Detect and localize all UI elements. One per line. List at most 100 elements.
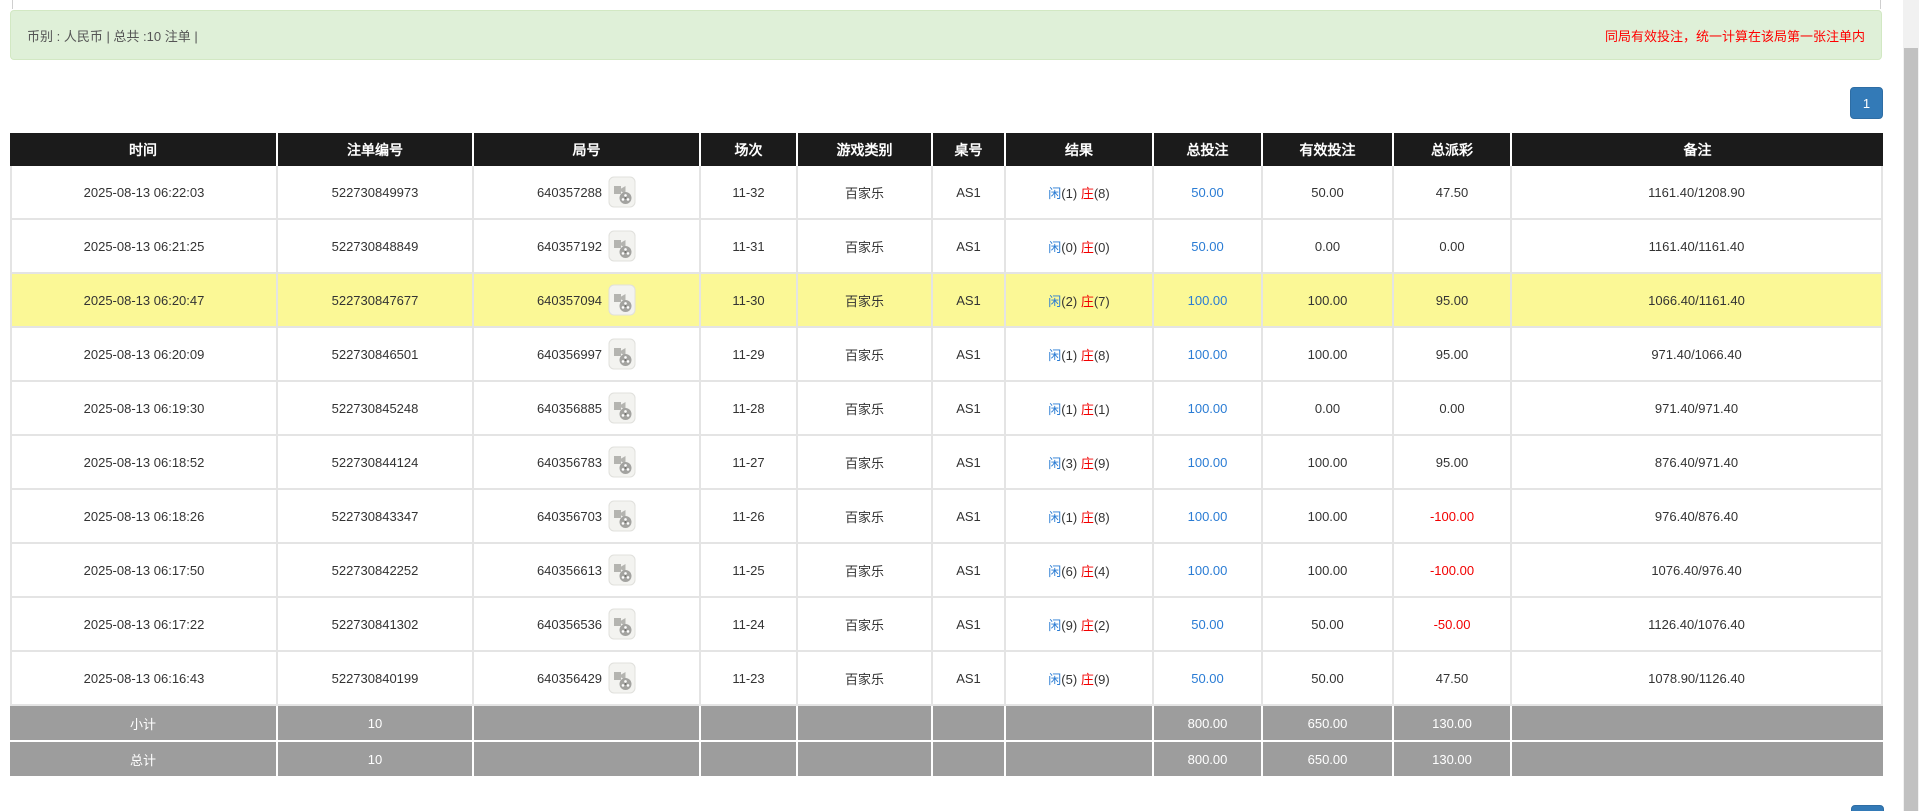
cell-round: 640357288 (474, 166, 701, 220)
cell-bet-no: 522730847677 (278, 274, 474, 328)
result-player-label: 闲 (1048, 671, 1062, 687)
cell-total-bet: 100.00 (1154, 274, 1263, 328)
cell-table-no: AS1 (933, 220, 1006, 274)
video-replay-icon[interactable] (608, 554, 636, 586)
result-player-count: (0) (1061, 239, 1078, 255)
cell-session: 11-23 (701, 652, 798, 706)
cell-game-type: 百家乐 (798, 436, 933, 490)
subtotal-valid-bet: 650.00 (1263, 706, 1394, 742)
total-bet-link[interactable]: 50.00 (1191, 185, 1224, 200)
cell-game-type: 百家乐 (798, 598, 933, 652)
result-banker-label: 庄 (1080, 617, 1094, 633)
pagination-bottom-page-1-button[interactable]: 1 (1851, 805, 1884, 811)
cell-valid-bet: 50.00 (1263, 166, 1394, 220)
grandtotal-label: 总计 (10, 742, 278, 778)
cell-remark: 1126.40/1076.40 (1512, 598, 1883, 652)
result-banker-label: 庄 (1080, 293, 1094, 309)
video-replay-icon[interactable] (608, 446, 636, 478)
result-player-label: 闲 (1048, 401, 1062, 417)
subtotal-count: 10 (278, 706, 474, 742)
cell-bet-no: 522730845248 (278, 382, 474, 436)
vertical-scrollbar[interactable] (1903, 0, 1919, 811)
result-player-label: 闲 (1048, 347, 1062, 363)
cell-total-bet: 100.00 (1154, 490, 1263, 544)
cell-game-type: 百家乐 (798, 274, 933, 328)
cell-time: 2025-08-13 06:20:47 (10, 274, 278, 328)
cell-total-bet: 100.00 (1154, 328, 1263, 382)
cell-time: 2025-08-13 06:19:30 (10, 382, 278, 436)
video-replay-icon[interactable] (608, 392, 636, 424)
cell-remark: 1161.40/1208.90 (1512, 166, 1883, 220)
result-player-count: (2) (1061, 293, 1078, 309)
cell-table-no: AS1 (933, 166, 1006, 220)
cell-round: 640356429 (474, 652, 701, 706)
result-banker-label: 庄 (1080, 455, 1094, 471)
round-number: 640356613 (536, 562, 603, 578)
result-player-label: 闲 (1048, 563, 1062, 579)
video-replay-icon[interactable] (608, 284, 636, 316)
cell-result: 闲(1) 庄(8) (1006, 328, 1154, 382)
cell-time: 2025-08-13 06:18:52 (10, 436, 278, 490)
cell-valid-bet: 100.00 (1263, 544, 1394, 598)
total-bet-link[interactable]: 50.00 (1191, 239, 1224, 254)
total-bet-link[interactable]: 100.00 (1188, 347, 1228, 362)
table-row: 2025-08-13 06:21:25 522730848849 6403571… (10, 220, 1883, 274)
cell-payout: 47.50 (1394, 652, 1512, 706)
subtotal-empty-remark (1512, 706, 1883, 742)
cell-table-no: AS1 (933, 328, 1006, 382)
cell-total-bet: 50.00 (1154, 598, 1263, 652)
cell-bet-no: 522730842252 (278, 544, 474, 598)
result-banker-count: (8) (1093, 509, 1110, 525)
video-replay-icon[interactable] (608, 662, 636, 694)
total-bet-link[interactable]: 50.00 (1191, 617, 1224, 632)
cell-result: 闲(0) 庄(0) (1006, 220, 1154, 274)
grandtotal-empty-table (933, 742, 1006, 778)
result-banker-label: 庄 (1080, 563, 1094, 579)
cell-result: 闲(1) 庄(1) (1006, 382, 1154, 436)
total-bet-link[interactable]: 50.00 (1191, 671, 1224, 686)
total-bet-link[interactable]: 100.00 (1188, 509, 1228, 524)
cell-payout: 47.50 (1394, 166, 1512, 220)
cell-session: 11-28 (701, 382, 798, 436)
cell-payout: -100.00 (1394, 490, 1512, 544)
pagination-page-1-button[interactable]: 1 (1850, 87, 1883, 119)
result-banker-count: (1) (1093, 401, 1110, 417)
total-bet-link[interactable]: 100.00 (1188, 455, 1228, 470)
col-payout: 总派彩 (1394, 133, 1512, 166)
col-game-type: 游戏类别 (798, 133, 933, 166)
cell-remark: 1076.40/976.40 (1512, 544, 1883, 598)
total-bet-link[interactable]: 100.00 (1188, 401, 1228, 416)
col-valid-bet: 有效投注 (1263, 133, 1394, 166)
cell-bet-no: 522730840199 (278, 652, 474, 706)
cell-payout: -100.00 (1394, 544, 1512, 598)
cell-game-type: 百家乐 (798, 652, 933, 706)
cell-time: 2025-08-13 06:17:22 (10, 598, 278, 652)
grandtotal-empty-session (701, 742, 798, 778)
cell-payout: 95.00 (1394, 274, 1512, 328)
result-player-count: (1) (1061, 509, 1078, 525)
cell-valid-bet: 50.00 (1263, 652, 1394, 706)
video-replay-icon[interactable] (608, 338, 636, 370)
video-replay-icon[interactable] (608, 500, 636, 532)
cell-session: 11-30 (701, 274, 798, 328)
result-player-label: 闲 (1048, 509, 1062, 525)
video-replay-icon[interactable] (608, 230, 636, 262)
total-bet-link[interactable]: 100.00 (1188, 563, 1228, 578)
cell-result: 闲(5) 庄(9) (1006, 652, 1154, 706)
cell-result: 闲(3) 庄(9) (1006, 436, 1154, 490)
bet-records-page: 币别 : 人民币 | 总共 :10 注单 | 同局有效投注，统一计算在该局第一张… (0, 0, 1919, 811)
cell-payout: 0.00 (1394, 220, 1512, 274)
notice-warning-text: 同局有效投注，统一计算在该局第一张注单内 (1604, 28, 1865, 44)
video-replay-icon[interactable] (608, 176, 636, 208)
round-number: 640356997 (536, 346, 603, 362)
result-banker-label: 庄 (1080, 401, 1094, 417)
cell-time: 2025-08-13 06:17:50 (10, 544, 278, 598)
video-replay-icon[interactable] (608, 608, 636, 640)
grandtotal-valid-bet: 650.00 (1263, 742, 1394, 778)
total-bet-link[interactable]: 100.00 (1188, 293, 1228, 308)
result-banker-count: (7) (1093, 293, 1110, 309)
result-player-label: 闲 (1048, 455, 1062, 471)
cell-game-type: 百家乐 (798, 166, 933, 220)
scrollbar-thumb[interactable] (1904, 48, 1918, 811)
cell-round: 640356783 (474, 436, 701, 490)
